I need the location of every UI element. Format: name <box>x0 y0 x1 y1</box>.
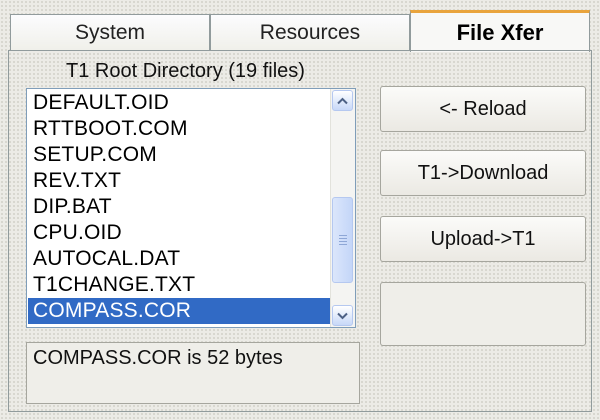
scroll-down-button[interactable] <box>332 305 353 326</box>
grip-icon <box>338 235 347 236</box>
tab-strip: System Resources File Xfer <box>10 8 590 52</box>
tab-resources-label: Resources <box>259 20 361 44</box>
tab-system-label: System <box>74 20 145 44</box>
file-list-items: DEFAULT.OID RTTBOOT.COM SETUP.COM REV.TX… <box>28 90 332 324</box>
chevron-up-icon <box>337 97 348 104</box>
reload-button[interactable]: <- Reload <box>380 86 586 132</box>
tab-system[interactable]: System <box>10 14 210 50</box>
reload-button-label: <- Reload <box>439 97 527 120</box>
scroll-up-button[interactable] <box>332 90 353 111</box>
tab-file-xfer-label: File Xfer <box>456 19 544 45</box>
list-item[interactable]: T1CHANGE.TXT <box>28 272 332 298</box>
status-box: COMPASS.COR is 52 bytes <box>26 342 360 404</box>
dialog-frame: System Resources File Xfer T1 Root Direc… <box>0 0 600 420</box>
list-item[interactable]: SETUP.COM <box>28 142 332 168</box>
list-item-selected[interactable]: COMPASS.COR <box>28 298 332 324</box>
list-item[interactable]: AUTOCAL.DAT <box>28 246 332 272</box>
blank-box <box>380 282 586 346</box>
list-item[interactable]: REV.TXT <box>28 168 332 194</box>
download-button-label: T1->Download <box>417 161 549 184</box>
tab-file-xfer[interactable]: File Xfer <box>410 10 590 52</box>
list-item[interactable]: CPU.OID <box>28 220 332 246</box>
chevron-down-icon <box>337 312 348 319</box>
list-item[interactable]: RTTBOOT.COM <box>28 116 332 142</box>
upload-button-label: Upload->T1 <box>430 227 536 250</box>
upload-button[interactable]: Upload->T1 <box>380 216 586 262</box>
file-listbox[interactable]: DEFAULT.OID RTTBOOT.COM SETUP.COM REV.TX… <box>26 88 356 328</box>
tab-resources[interactable]: Resources <box>210 14 410 50</box>
download-button[interactable]: T1->Download <box>380 150 586 196</box>
scroll-thumb[interactable] <box>332 197 353 283</box>
list-item[interactable]: DEFAULT.OID <box>28 90 332 116</box>
directory-label: T1 Root Directory (19 files) <box>66 60 305 82</box>
vertical-scrollbar[interactable] <box>330 89 355 327</box>
list-item[interactable]: DIP.BAT <box>28 194 332 220</box>
